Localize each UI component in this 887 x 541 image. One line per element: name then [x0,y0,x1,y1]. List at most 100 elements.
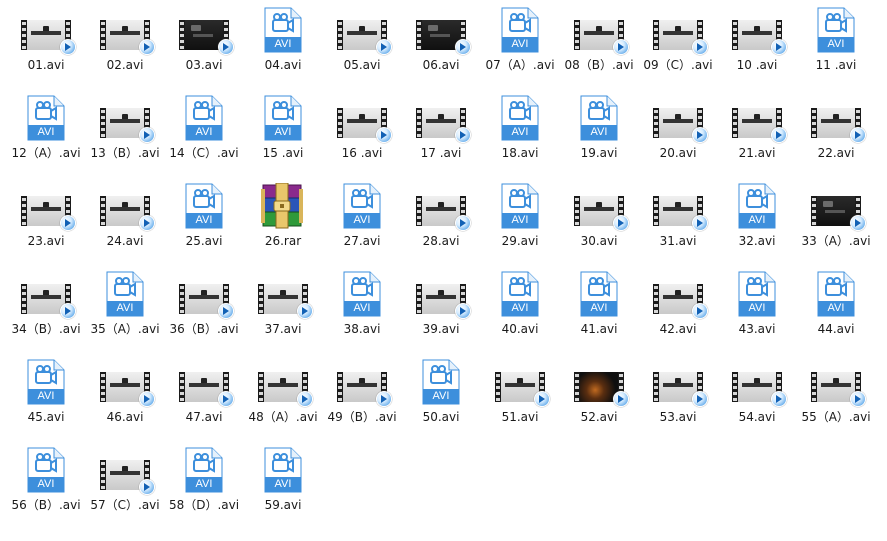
file-icon-container: AVI [246,94,320,142]
file-item[interactable]: 57（C）.avi [88,446,162,530]
file-item[interactable]: 36（B）.avi [167,270,241,354]
file-name: 25.avi [185,234,223,248]
file-item[interactable]: 42.avi [641,270,715,354]
file-item[interactable]: AVI 15 .avi [246,94,320,178]
file-item[interactable]: AVI 11 .avi [799,6,873,90]
file-item[interactable]: 53.avi [641,358,715,442]
file-item[interactable]: 39.avi [404,270,478,354]
file-item[interactable]: AVI 43.avi [720,270,794,354]
file-name: 15 .avi [262,146,304,160]
file-item[interactable]: 37.avi [246,270,320,354]
file-item[interactable]: 54.avi [720,358,794,442]
file-item[interactable]: 55（A）.avi [799,358,873,442]
file-item[interactable]: AVI 04.avi [246,6,320,90]
file-item[interactable]: AVI 58（D）.avi [167,446,241,530]
file-item[interactable]: 46.avi [88,358,162,442]
file-item[interactable]: AVI 27.avi [325,182,399,266]
file-item[interactable]: 26.rar [246,182,320,266]
file-name: 56（B）.avi [11,498,81,512]
file-item[interactable]: 33（A）.avi [799,182,873,266]
file-item[interactable]: AVI 29.avi [483,182,557,266]
player-badge-icon [455,39,471,55]
file-item[interactable]: 20.avi [641,94,715,178]
file-item[interactable]: AVI 25.avi [167,182,241,266]
file-item[interactable]: 01.avi [9,6,83,90]
avi-file-icon: AVI [106,271,144,317]
file-item[interactable]: 47.avi [167,358,241,442]
file-item[interactable]: 48（A）.avi [246,358,320,442]
video-thumbnail-icon [100,108,155,143]
file-item[interactable]: AVI 14（C）.avi [167,94,241,178]
video-thumbnail-icon [653,372,708,407]
file-icon-container: AVI [483,94,557,142]
avi-file-icon: AVI [817,7,855,53]
file-item[interactable]: AVI 59.avi [246,446,320,530]
file-name: 32.avi [738,234,776,248]
file-item[interactable]: 22.avi [799,94,873,178]
file-name: 20.avi [659,146,697,160]
file-item[interactable]: AVI 12（A）.avi [9,94,83,178]
file-item[interactable]: 49（B）.avi [325,358,399,442]
video-thumbnail-icon [811,372,866,407]
video-thumbnail-icon [179,284,234,319]
file-name: 34（B）.avi [11,322,81,336]
file-name: 30.avi [580,234,618,248]
file-item[interactable]: 06.avi [404,6,478,90]
file-item[interactable]: AVI 56（B）.avi [9,446,83,530]
file-name: 04.avi [264,58,302,72]
file-item[interactable]: AVI 35（A）.avi [88,270,162,354]
video-thumbnail-icon [574,372,629,407]
video-thumbnail-icon [100,20,155,55]
file-item[interactable]: AVI 38.avi [325,270,399,354]
file-item[interactable]: 05.avi [325,6,399,90]
file-item[interactable]: 08（B）.avi [562,6,636,90]
file-name: 42.avi [659,322,697,336]
file-item[interactable]: AVI 32.avi [720,182,794,266]
file-name: 36（B）.avi [169,322,239,336]
file-name: 46.avi [106,410,144,424]
file-name: 19.avi [580,146,618,160]
file-item[interactable]: 21.avi [720,94,794,178]
file-type-label: AVI [511,38,529,50]
file-item[interactable]: AVI 07（A）.avi [483,6,557,90]
file-item[interactable]: 31.avi [641,182,715,266]
file-item[interactable]: 23.avi [9,182,83,266]
file-item[interactable]: 30.avi [562,182,636,266]
player-badge-icon [692,39,708,55]
file-icon-container [325,94,399,143]
rar-archive-icon [259,182,307,229]
file-name: 17 .avi [420,146,462,160]
file-item[interactable]: 34（B）.avi [9,270,83,354]
file-type-label: AVI [195,214,213,226]
file-item[interactable]: AVI 18.avi [483,94,557,178]
file-item[interactable]: AVI 45.avi [9,358,83,442]
file-item[interactable]: 51.avi [483,358,557,442]
file-item[interactable]: 52.avi [562,358,636,442]
file-item[interactable]: 10 .avi [720,6,794,90]
avi-file-icon: AVI [817,271,855,317]
file-item[interactable]: 13（B）.avi [88,94,162,178]
file-item[interactable]: 28.avi [404,182,478,266]
file-item[interactable]: 09（C）.avi [641,6,715,90]
file-item[interactable]: AVI 44.avi [799,270,873,354]
file-icon-container: AVI [167,94,241,142]
file-item[interactable]: 02.avi [88,6,162,90]
file-type-label: AVI [511,302,529,314]
file-item[interactable]: 17 .avi [404,94,478,178]
file-icon-container [562,182,636,231]
file-name: 44.avi [817,322,855,336]
video-thumbnail-icon [495,372,550,407]
file-item[interactable]: 03.avi [167,6,241,90]
player-badge-icon [139,215,155,231]
file-item[interactable]: 24.avi [88,182,162,266]
avi-file-icon: AVI [738,271,776,317]
file-item[interactable]: AVI 19.avi [562,94,636,178]
file-type-label: AVI [274,478,292,490]
file-item[interactable]: AVI 41.avi [562,270,636,354]
file-icon-container [167,358,241,407]
player-badge-icon [534,391,550,407]
file-item[interactable]: 16 .avi [325,94,399,178]
file-item[interactable]: AVI 40.avi [483,270,557,354]
video-thumbnail-icon [732,108,787,143]
file-item[interactable]: AVI 50.avi [404,358,478,442]
